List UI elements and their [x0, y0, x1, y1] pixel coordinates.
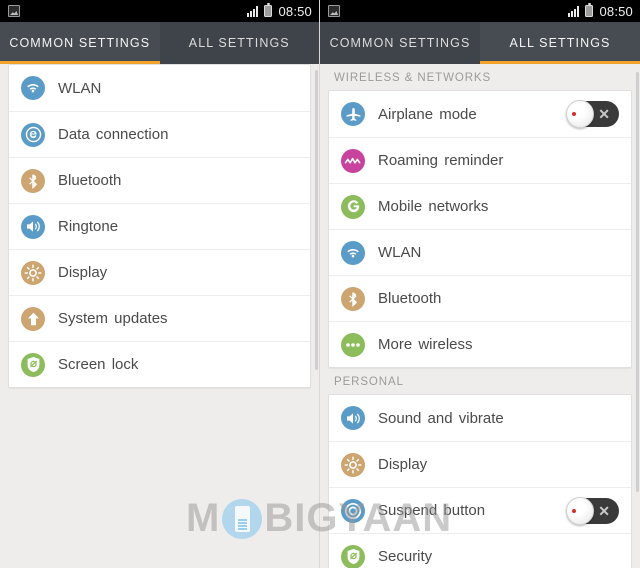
toggle-indicator-dot [572, 508, 576, 513]
toggle-indicator-dot [572, 112, 576, 116]
status-bar-left: 08:50 [0, 0, 319, 22]
scrollbar-left[interactable] [315, 70, 318, 370]
tab-all-settings-right[interactable]: ALL SETTINGS [480, 22, 640, 64]
list-item-label: WLAN [58, 79, 102, 97]
list-item-label: Sound and vibrate [378, 409, 504, 427]
speaker-icon [341, 406, 365, 430]
toggle-switch[interactable]: ✕ [566, 100, 619, 128]
list-item[interactable]: Display [9, 249, 310, 295]
list-item-label: System updates [58, 310, 168, 327]
list-item[interactable]: WLAN [9, 65, 310, 111]
up-arrow-icon [21, 306, 45, 331]
common-settings-card: WLAN Data connection Bluetooth Ringtone Disp… [8, 64, 311, 388]
shield-icon [341, 544, 365, 568]
section-header: PERSONAL [334, 376, 404, 388]
list-item-label: Airplane mode [378, 105, 477, 123]
screenshot-icon [328, 5, 340, 17]
right-screenshot-panel: 08:50 COMMON SETTINGS ALL SETTINGS WIREL… [320, 0, 640, 568]
list-item-label: Roaming reminder [378, 152, 504, 169]
tab-bar-right: COMMON SETTINGS ALL SETTINGS [320, 22, 640, 64]
status-bar-notifications [328, 5, 568, 17]
brightness-icon [341, 452, 365, 477]
status-bar-system-icons: 08:50 [568, 3, 633, 19]
list-item[interactable]: Airplane mode ✕ [329, 91, 631, 137]
status-bar-clock: 08:50 [599, 3, 633, 19]
battery-icon [264, 3, 273, 17]
list-item[interactable]: Ringtone [9, 203, 310, 249]
settings-card: Sound and vibrate Display Suspend button ✕ S… [328, 394, 632, 568]
left-screenshot-panel: 08:50 COMMON SETTINGS ALL SETTINGS WLAN D… [0, 0, 320, 568]
list-item-label: Bluetooth [378, 290, 442, 307]
list-item-label: Display [378, 456, 428, 473]
tab-label: ALL SETTINGS [188, 36, 290, 50]
screenshot-icon [8, 5, 20, 17]
list-item[interactable]: Display [329, 441, 631, 487]
more-icon [341, 332, 365, 357]
mobile-network-icon [341, 194, 365, 219]
list-item-label: Bluetooth [58, 172, 122, 189]
list-item-label: Security [378, 548, 433, 565]
signal-bars-icon [247, 5, 259, 17]
list-item-label: Data connection [58, 126, 169, 143]
list-item[interactable]: Mobile networks [329, 183, 631, 229]
tab-label: ALL SETTINGS [509, 36, 611, 50]
list-item-label: Ringtone [58, 218, 119, 235]
list-item[interactable]: System updates [9, 295, 310, 341]
list-item[interactable]: Bluetooth [9, 157, 310, 203]
close-icon: ✕ [598, 502, 610, 519]
battery-icon [585, 3, 594, 17]
airplane-icon [341, 102, 365, 126]
settings-card: Airplane mode ✕ Roaming reminder Mobile net… [328, 90, 632, 368]
list-item-label: WLAN [378, 244, 422, 261]
wifi-icon [21, 76, 45, 100]
list-item[interactable]: Security [329, 533, 631, 568]
shield-icon [21, 352, 45, 377]
data-connection-icon [21, 122, 45, 147]
list-item[interactable]: Roaming reminder [329, 137, 631, 183]
suspend-button-icon [341, 498, 365, 523]
list-item-label: Mobile networks [378, 198, 489, 215]
bluetooth-icon [341, 286, 365, 311]
list-item[interactable]: Data connection [9, 111, 310, 157]
tab-bar-left: COMMON SETTINGS ALL SETTINGS [0, 22, 319, 64]
list-item[interactable]: Bluetooth [329, 275, 631, 321]
brightness-icon [21, 260, 45, 285]
list-item-label: Screen lock [58, 356, 139, 373]
list-item-label: Suspend button [378, 502, 486, 519]
toggle-knob [566, 496, 594, 525]
list-item[interactable]: WLAN [329, 229, 631, 275]
tab-all-settings-left[interactable]: ALL SETTINGS [159, 22, 319, 64]
tab-label: COMMON SETTINGS [329, 36, 471, 50]
list-item[interactable]: Screen lock [9, 341, 310, 387]
toggle-switch[interactable]: ✕ [566, 496, 619, 525]
speaker-icon [21, 214, 45, 239]
roaming-icon [341, 148, 365, 173]
list-item-label: Display [58, 264, 108, 281]
signal-bars-icon [568, 5, 580, 17]
list-item-label: More wireless [378, 336, 473, 353]
right-settings-content: WIRELESS & NETWORKS Airplane mode ✕ Roaming… [320, 64, 640, 568]
list-item[interactable]: More wireless [329, 321, 631, 367]
tab-label: COMMON SETTINGS [9, 36, 151, 50]
section-header: WIRELESS & NETWORKS [334, 72, 492, 84]
bluetooth-icon [21, 168, 45, 193]
tab-common-settings-right[interactable]: COMMON SETTINGS [320, 22, 480, 64]
status-bar-notifications [8, 5, 247, 17]
status-bar-system-icons: 08:50 [247, 3, 312, 19]
scrollbar-right[interactable] [636, 72, 639, 492]
dual-screenshot-container: 08:50 COMMON SETTINGS ALL SETTINGS WLAN D… [0, 0, 640, 568]
list-item[interactable]: Suspend button ✕ [329, 487, 631, 533]
status-bar-clock: 08:50 [278, 3, 312, 19]
wifi-icon [341, 240, 365, 265]
list-item[interactable]: Sound and vibrate [329, 395, 631, 441]
close-icon: ✕ [598, 106, 610, 122]
status-bar-right: 08:50 [320, 0, 640, 22]
tab-common-settings-left[interactable]: COMMON SETTINGS [0, 22, 160, 64]
left-settings-content: WLAN Data connection Bluetooth Ringtone Disp… [0, 64, 319, 568]
toggle-knob [566, 100, 594, 128]
